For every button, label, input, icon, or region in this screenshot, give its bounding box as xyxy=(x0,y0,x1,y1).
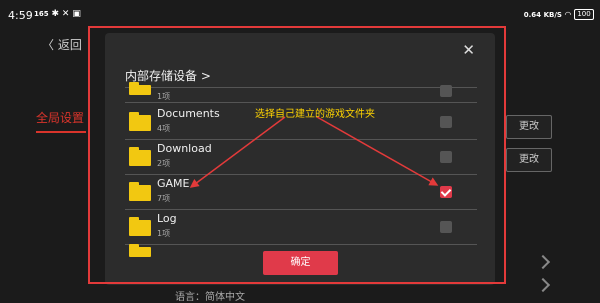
battery-icon: 100 xyxy=(574,9,594,20)
app-notification-icon: ▣ xyxy=(72,9,81,19)
net-speed-value: 0.64 xyxy=(523,11,542,19)
status-indicator: 165 xyxy=(34,10,49,18)
language-setting[interactable]: 语言：简体中文 xyxy=(175,288,245,303)
status-bar: 4:59 165 ✱ ✕ ▣ 0.64 KB/S ◠ 100 xyxy=(0,0,600,28)
highlight-outline xyxy=(88,26,506,284)
status-right-icons: 0.64 KB/S ◠ 100 xyxy=(524,9,594,20)
change-button-2[interactable]: 更改 xyxy=(506,148,552,172)
chevron-left-icon: 〈 xyxy=(42,38,55,52)
section-title: 全局设置 xyxy=(36,111,85,125)
net-speed-unit: KB/S xyxy=(543,11,562,19)
bluetooth-icon: ✱ xyxy=(51,9,60,19)
chevron-right-icon[interactable] xyxy=(535,254,551,270)
status-time: 4:59 xyxy=(8,9,33,22)
back-label: 返回 xyxy=(57,38,82,52)
chevron-right-icon[interactable] xyxy=(535,277,551,293)
back-button[interactable]: 〈 返回 xyxy=(42,36,82,53)
change-button-1[interactable]: 更改 xyxy=(506,115,552,139)
wifi-icon: ◠ xyxy=(564,10,572,19)
section-underline xyxy=(36,131,86,133)
status-left-icons: 165 ✱ ✕ ▣ xyxy=(34,9,81,19)
mute-icon: ✕ xyxy=(61,9,70,19)
